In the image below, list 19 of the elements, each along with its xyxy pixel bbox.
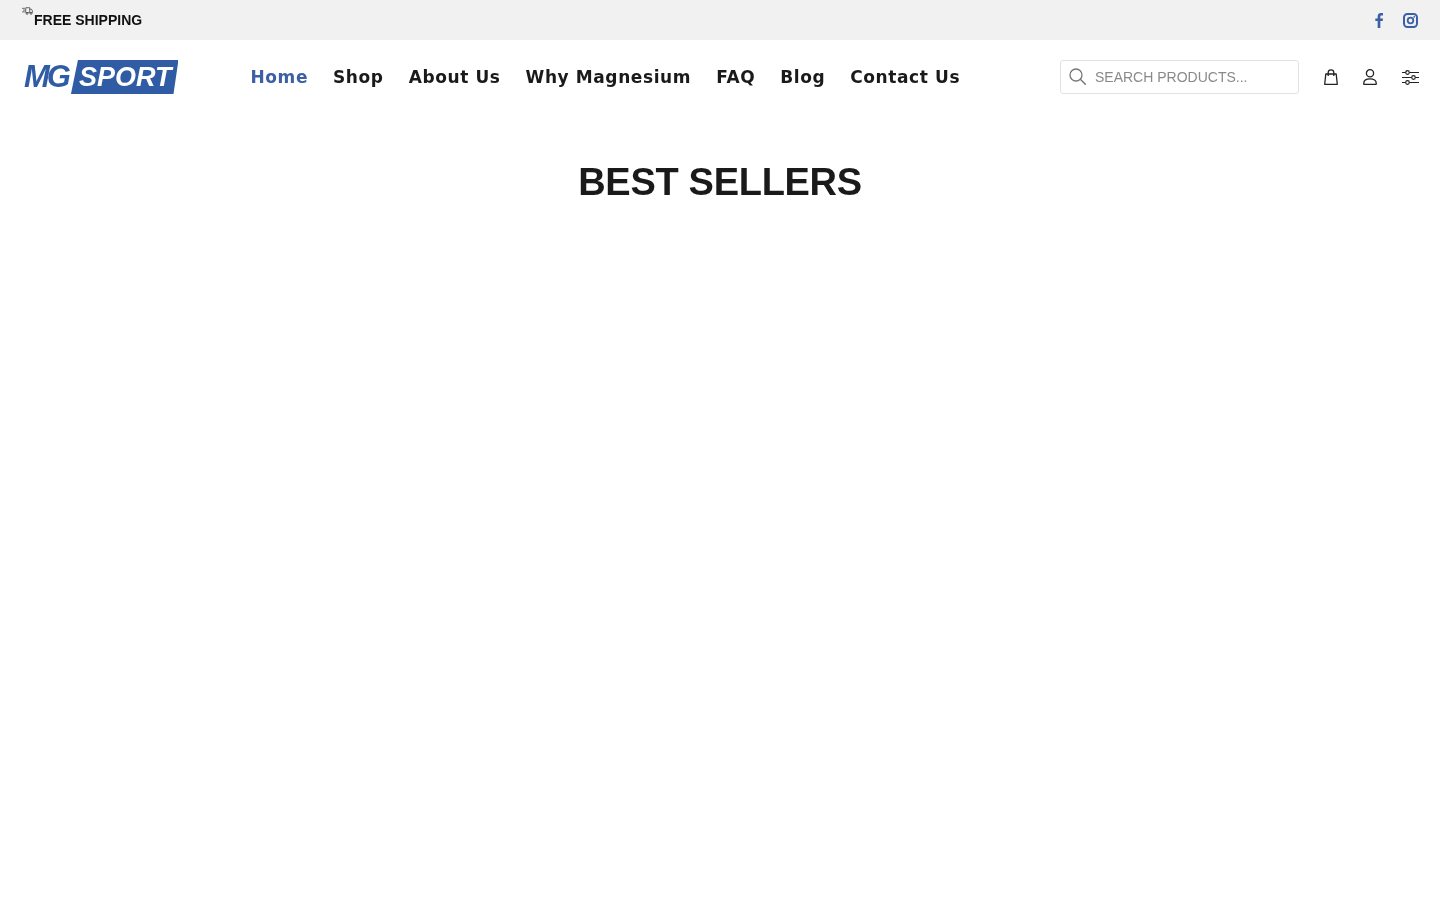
nav-link[interactable]: Shop [333,65,384,89]
shopping-bag-icon[interactable] [1324,69,1338,85]
instagram-icon[interactable] [1403,12,1418,28]
truck-icon [22,7,33,15]
search-field[interactable]: SEARCH PRODUCTS... [1060,60,1299,94]
section-heading: BEST SELLERS [578,160,862,205]
facebook-icon[interactable] [1375,12,1383,28]
logo-wordmark[interactable]: SPORT [70,60,179,94]
nav-link[interactable]: Contact Us [850,65,961,89]
nav-link[interactable]: FAQ [716,65,756,89]
nav-link[interactable]: About Us [408,65,501,89]
shipping-text: FREE SHIPPING [34,11,143,29]
search-icon [1069,68,1086,85]
user-icon[interactable] [1363,69,1377,85]
nav-link[interactable]: Why Magnesium [525,65,692,89]
nav-link[interactable]: Blog [780,65,826,89]
nav-link[interactable]: Home [250,65,309,89]
sliders-icon[interactable] [1402,69,1419,85]
logo-mark[interactable]: MG [24,60,71,94]
